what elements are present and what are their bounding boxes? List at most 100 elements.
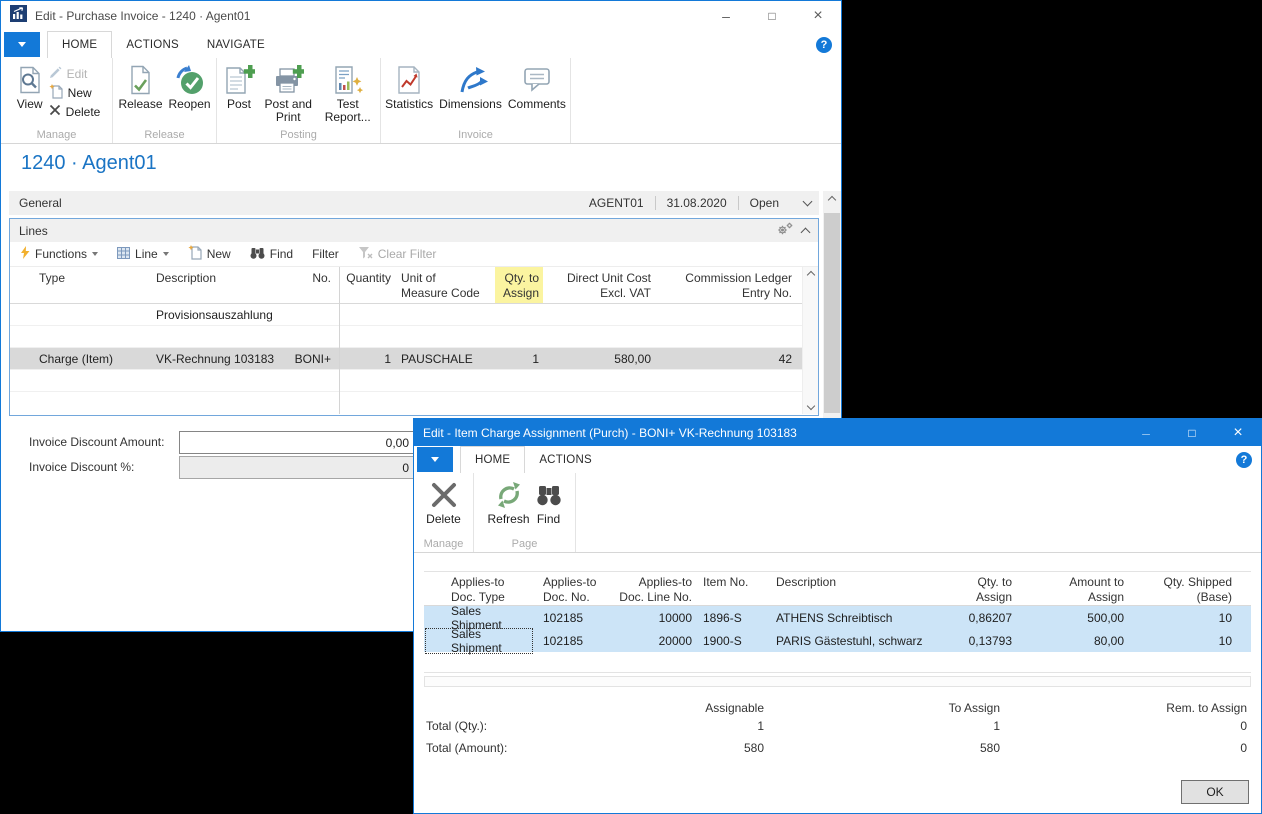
help-icon[interactable]: ? xyxy=(816,37,832,53)
col-header-amount-to-assign[interactable]: Amount to Assign xyxy=(1019,572,1131,605)
table-row[interactable] xyxy=(10,370,818,392)
page-vertical-scrollbar[interactable] xyxy=(823,191,841,431)
release-button[interactable]: Release xyxy=(116,61,164,113)
clear-filter-button[interactable]: Clear Filter xyxy=(358,246,437,262)
table-row-selected[interactable]: Charge (Item) VK-Rechnung 103183 BONI+ 1… xyxy=(10,348,818,370)
chevron-up-icon[interactable] xyxy=(801,227,811,237)
col-header-description[interactable]: Description xyxy=(774,572,957,605)
totals-header-row: Assignable To Assign Rem. to Assign xyxy=(424,701,1252,715)
total-qty-assignable: 1 xyxy=(594,719,769,733)
tab-home[interactable]: HOME xyxy=(460,446,525,473)
filter-button[interactable]: Filter xyxy=(312,247,339,261)
refresh-button[interactable]: Refresh xyxy=(485,476,531,528)
scroll-up-button[interactable] xyxy=(823,191,841,208)
col-header-quantity[interactable]: Quantity xyxy=(339,267,395,303)
new-page-icon xyxy=(49,84,63,102)
cell-amount-to-assign: 80,00 xyxy=(1019,634,1131,648)
cell-unit-of-measure: PAUSCHALE xyxy=(395,352,495,366)
col-header-unit-of-measure[interactable]: Unit of Measure Code xyxy=(395,267,495,303)
cell-applies-doc-line-no: 20000 xyxy=(614,634,699,648)
invoice-discount-amount-field[interactable] xyxy=(179,431,415,454)
ribbon-group-manage: View Edit New Delete Manage xyxy=(1,58,113,143)
app-menu-button[interactable] xyxy=(417,447,453,472)
group-label-invoice: Invoice xyxy=(381,129,570,141)
lines-vertical-scrollbar[interactable] xyxy=(802,267,818,414)
group-label-manage: Manage xyxy=(414,538,473,550)
lines-fasttab-header[interactable]: Lines xyxy=(10,219,818,242)
dropdown-caret-icon xyxy=(92,252,98,256)
total-amount-rem: 0 xyxy=(1005,741,1252,755)
col-header-type[interactable]: Type xyxy=(10,267,151,303)
close-button[interactable]: × xyxy=(795,1,841,31)
dropdown-triangle-icon xyxy=(431,457,439,462)
statistics-button[interactable]: Statistics xyxy=(383,61,435,113)
assignment-grid: Applies-to Doc. Type Applies-to Doc. No.… xyxy=(424,571,1251,687)
col-header-applies-doc-no[interactable]: Applies-to Doc. No. xyxy=(534,572,614,605)
view-button[interactable]: View xyxy=(13,61,47,113)
totals-col-assignable: Assignable xyxy=(594,701,769,715)
col-header-qty-to-assign[interactable]: Qty. to Assign xyxy=(495,267,543,303)
minimize-button[interactable]: – xyxy=(703,1,749,31)
col-header-item-no[interactable]: Item No. xyxy=(699,572,774,605)
col-header-no[interactable]: No. xyxy=(281,267,339,303)
total-qty-label: Total (Qty.): xyxy=(424,719,594,733)
functions-menu[interactable]: Functions xyxy=(20,246,98,262)
lines-fasttab: Lines Functions Line New xyxy=(9,218,819,416)
close-button[interactable]: × xyxy=(1215,419,1261,446)
scrollbar-thumb[interactable] xyxy=(824,213,840,413)
delete-button[interactable]: Delete xyxy=(424,476,463,528)
app-menu-button[interactable] xyxy=(4,32,40,57)
empty-grid-area[interactable] xyxy=(424,652,1251,673)
maximize-button[interactable]: □ xyxy=(749,1,795,31)
help-icon[interactable]: ? xyxy=(1236,452,1252,468)
general-fasttab-header[interactable]: General AGENT01 31.08.2020 Open xyxy=(9,191,819,215)
tab-actions[interactable]: ACTIONS xyxy=(525,446,606,473)
ribbon: Delete Manage Refresh Find Page xyxy=(414,473,1261,553)
table-row[interactable] xyxy=(10,392,818,414)
maximize-button[interactable]: □ xyxy=(1169,419,1215,446)
tab-navigate[interactable]: NAVIGATE xyxy=(193,31,279,58)
col-header-applies-doc-type[interactable]: Applies-to Doc. Type xyxy=(424,572,534,605)
chevron-down-icon[interactable] xyxy=(803,197,813,207)
cell-description: PARIS Gästestuhl, schwarz xyxy=(774,634,957,648)
col-header-qty-to-assign[interactable]: Qty. to Assign xyxy=(957,572,1019,605)
delete-button[interactable]: Delete xyxy=(49,104,101,119)
comments-speech-bubble-icon xyxy=(522,63,552,97)
new-line-button[interactable]: New xyxy=(188,245,231,263)
gear-icon[interactable] xyxy=(777,222,793,239)
new-button[interactable]: New xyxy=(49,85,101,100)
tab-home[interactable]: HOME xyxy=(47,31,112,58)
find-button[interactable]: Find xyxy=(250,247,293,262)
col-header-description[interactable]: Description xyxy=(151,267,281,303)
total-qty-rem: 0 xyxy=(1005,719,1252,733)
line-menu[interactable]: Line xyxy=(117,247,169,262)
minimize-button[interactable]: – xyxy=(1123,419,1169,446)
table-row[interactable] xyxy=(10,326,818,348)
horizontal-scrollbar-track[interactable] xyxy=(424,676,1251,687)
ok-button[interactable]: OK xyxy=(1181,780,1249,804)
cell-no: BONI+ xyxy=(281,352,339,366)
item-charge-assignment-window: Edit - Item Charge Assignment (Purch) - … xyxy=(413,418,1262,814)
ribbon-group-posting: Post Post and Print Test Report... Posti… xyxy=(217,58,381,143)
dimensions-button[interactable]: Dimensions xyxy=(437,61,504,113)
general-label: General xyxy=(19,196,62,210)
find-button[interactable]: Find xyxy=(534,476,564,528)
invoice-discount-pct-field xyxy=(179,456,415,479)
edit-button[interactable]: Edit xyxy=(49,66,101,81)
test-report-chart-stars-icon xyxy=(332,63,364,97)
dropdown-caret-icon xyxy=(163,252,169,256)
table-row-selected[interactable]: Sales Shipment 102185 10000 1896-S ATHEN… xyxy=(424,606,1251,629)
col-header-applies-doc-line-no[interactable]: Applies-to Doc. Line No. xyxy=(614,572,699,605)
col-header-commission-ledger[interactable]: Commission Ledger Entry No. xyxy=(655,267,802,303)
post-and-print-button[interactable]: Post and Print xyxy=(259,61,317,126)
tab-actions[interactable]: ACTIONS xyxy=(112,31,193,58)
test-report-button[interactable]: Test Report... xyxy=(319,61,376,126)
col-header-direct-unit-cost[interactable]: Direct Unit Cost Excl. VAT xyxy=(543,267,655,303)
group-label-page: Page xyxy=(474,538,575,550)
col-header-qty-shipped-base[interactable]: Qty. Shipped (Base) xyxy=(1131,572,1251,605)
post-button[interactable]: Post xyxy=(221,61,257,113)
table-row[interactable]: Provisionsauszahlung xyxy=(10,304,818,326)
table-row-selected[interactable]: Sales Shipment 102185 20000 1900-S PARIS… xyxy=(424,629,1251,652)
reopen-button[interactable]: Reopen xyxy=(167,61,213,113)
comments-button[interactable]: Comments xyxy=(506,61,568,113)
